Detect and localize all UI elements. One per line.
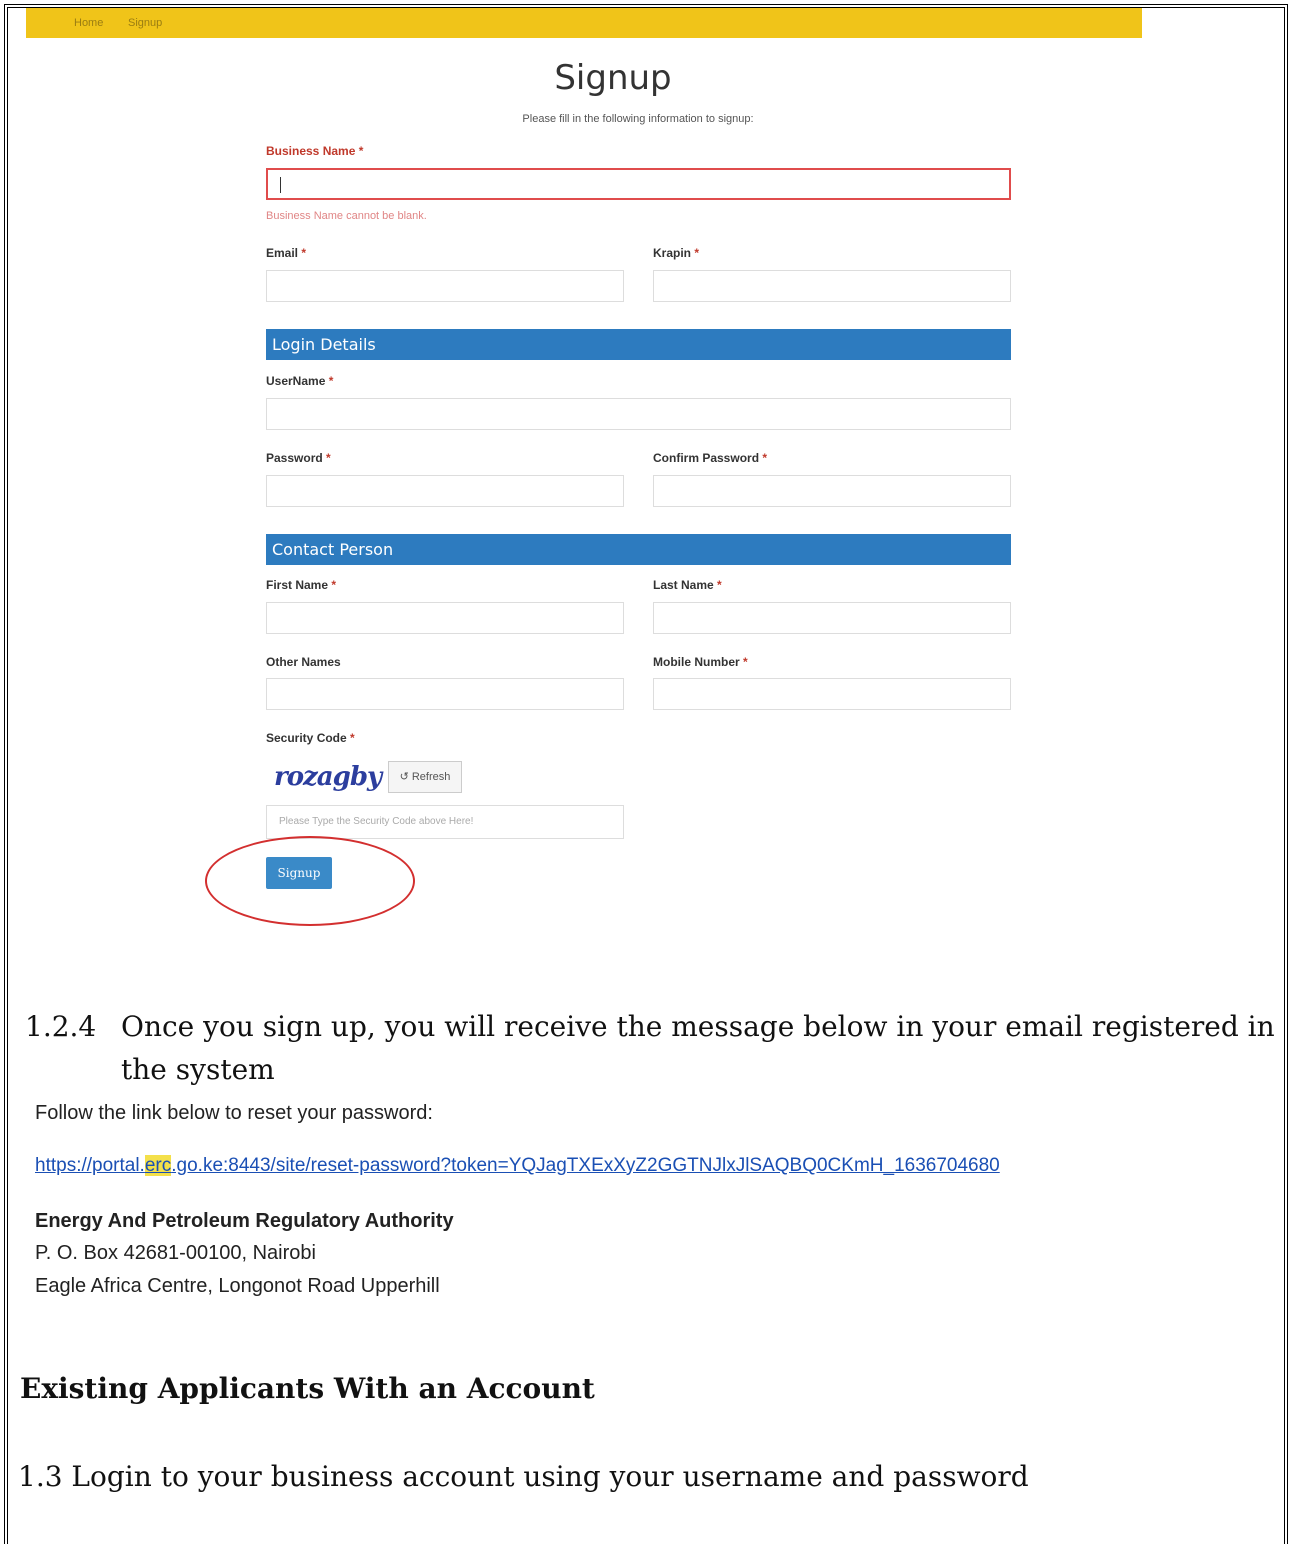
page-title: Signup: [554, 58, 672, 98]
contact-person-header: Contact Person: [266, 534, 1011, 565]
last-name-input[interactable]: [653, 602, 1011, 634]
page-subtitle: Please fill in the following information…: [522, 113, 754, 125]
nav-home-link[interactable]: Home: [74, 17, 103, 29]
mobile-number-label: Mobile Number *: [653, 655, 748, 669]
last-name-label: Last Name *: [653, 578, 722, 592]
krapin-label: Krapin *: [653, 246, 700, 260]
reset-password-link[interactable]: https://portal.erc.go.ke:8443/site/reset…: [35, 1155, 1000, 1177]
username-label: UserName *: [266, 374, 334, 388]
step-text-line2: the system: [121, 1053, 275, 1086]
first-name-input[interactable]: [266, 602, 624, 634]
address-line2: Eagle Africa Centre, Longonot Road Upper…: [35, 1275, 440, 1297]
step-text-line1: Once you sign up, you will receive the m…: [121, 1010, 1275, 1043]
login-details-header: Login Details: [266, 329, 1011, 360]
email-input[interactable]: [266, 270, 624, 302]
org-name: Energy And Petroleum Regulatory Authorit…: [35, 1210, 454, 1232]
step-number: 1.2.4: [25, 1010, 97, 1043]
email-intro-text: Follow the link below to reset your pass…: [35, 1102, 433, 1124]
page-frame: [4, 4, 1288, 1544]
first-name-label: First Name *: [266, 578, 337, 592]
username-input[interactable]: [266, 398, 1011, 430]
password-input[interactable]: [266, 475, 624, 507]
captcha-image: rozagby: [274, 762, 382, 792]
security-code-input[interactable]: Please Type the Security Code above Here…: [266, 805, 624, 839]
other-names-input[interactable]: [266, 678, 624, 710]
business-name-error: Business Name cannot be blank.: [266, 210, 427, 222]
captcha-refresh-button[interactable]: ↺ Refresh: [388, 761, 462, 793]
krapin-input[interactable]: [653, 270, 1011, 302]
top-navbar: Home Signup: [26, 8, 1142, 38]
business-name-input[interactable]: [266, 168, 1011, 200]
mobile-number-input[interactable]: [653, 678, 1011, 710]
other-names-label: Other Names: [266, 655, 341, 669]
step-1-3-text: 1.3 Login to your business account using…: [18, 1460, 1029, 1493]
highlight-circle: [205, 836, 415, 926]
password-label: Password *: [266, 451, 331, 465]
security-code-label: Security Code *: [266, 731, 355, 745]
confirm-password-label: Confirm Password *: [653, 451, 768, 465]
nav-signup-link[interactable]: Signup: [128, 17, 162, 29]
confirm-password-input[interactable]: [653, 475, 1011, 507]
address-line1: P. O. Box 42681-00100, Nairobi: [35, 1242, 316, 1264]
business-name-label: Business Name *: [266, 144, 364, 158]
text-cursor: [280, 177, 281, 193]
email-label: Email *: [266, 246, 307, 260]
section-heading: Existing Applicants With an Account: [20, 1372, 595, 1405]
